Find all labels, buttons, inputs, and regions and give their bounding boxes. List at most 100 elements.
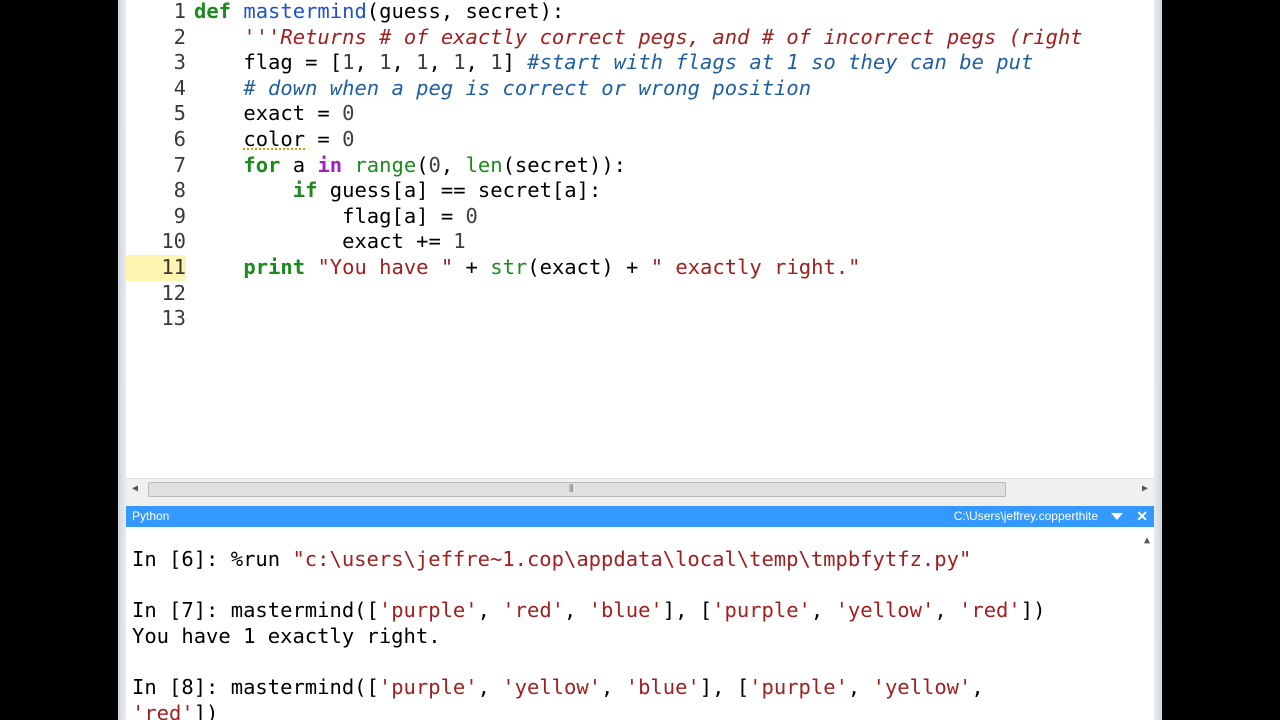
code-token: str [490, 255, 528, 279]
code-token: = [305, 127, 343, 151]
console-token: 'purple' [712, 598, 811, 623]
code-line[interactable]: 8 if guess[a] == secret[a]: [126, 178, 1154, 204]
code-token: (secret)): [502, 152, 627, 177]
code-token: 1 [453, 229, 466, 254]
code-token: #start with flags at 1 so they can be pu… [527, 50, 1034, 75]
console-token: 'red' [132, 700, 194, 720]
console-token: 'purple' [378, 598, 478, 623]
console-line: In [8]: mastermind(['purple', 'yellow', … [132, 675, 984, 701]
console-token: "c:\users\jeffre~1.cop\appdata\local\tem… [292, 547, 972, 571]
code-token: range [354, 152, 417, 177]
scrollbar-thumb[interactable]: ⦀ [148, 482, 1006, 497]
code-editor[interactable]: 1 def mastermind(guess, secret): 2 '''Retu… [126, 0, 1154, 478]
code-token: 1 [416, 50, 429, 75]
code-token: exact += [194, 229, 454, 254]
line-number: 13 [161, 306, 186, 331]
scroll-right-arrow-icon[interactable]: ▶ [1138, 483, 1152, 495]
code-line[interactable]: 2 '''Returns # of exactly correct pegs, … [126, 25, 1154, 51]
console-token: 'yellow' [872, 675, 972, 699]
console-token: 'red' [959, 598, 1021, 623]
scroll-left-arrow-icon[interactable]: ◀ [128, 483, 142, 495]
console-token: ], [ [699, 675, 750, 699]
code-text: color = 0 [194, 127, 354, 153]
code-line[interactable]: 6 color = 0 [126, 127, 1154, 153]
code-token: print [243, 255, 306, 279]
console-token: , [934, 598, 960, 623]
code-token: 0 [342, 101, 355, 126]
line-number: 6 [173, 127, 186, 151]
code-line[interactable]: 7 for a in range(0, len(secret)): [126, 153, 1154, 179]
console-token: , [477, 675, 503, 699]
code-token: "You have " [317, 255, 454, 279]
code-token: + [453, 255, 491, 279]
code-token: len [465, 152, 503, 177]
console-token: , [971, 675, 984, 699]
code-line[interactable]: 9 flag[a] = 0 [126, 204, 1154, 230]
chevron-down-icon[interactable] [1108, 506, 1126, 527]
code-token: 1 [379, 50, 392, 75]
code-text: exact += 1 [194, 229, 466, 255]
console-token: , [564, 598, 589, 623]
code-token: color [243, 127, 306, 151]
code-token: # down when a peg is correct or wrong po… [194, 75, 812, 100]
console-token: ]) [193, 700, 219, 720]
code-line[interactable]: 11 print "You have " + str(exact) + " ex… [126, 255, 1154, 281]
code-text: for a in range(0, len(secret)): [194, 153, 626, 179]
window-left-border [118, 0, 126, 720]
close-icon[interactable]: ✕ [1136, 508, 1148, 525]
code-text: '''Returns # of exactly correct pegs, an… [194, 24, 1083, 51]
code-text: print "You have " + str(exact) + " exact… [194, 255, 861, 281]
console-token: 'purple' [749, 675, 848, 699]
code-token: '''Returns # of exactly correct pegs, an… [194, 24, 1083, 49]
code-line[interactable]: 1 def mastermind(guess, secret): [126, 0, 1154, 25]
line-number: 4 [173, 75, 186, 100]
line-number: 1 [173, 0, 186, 23]
line-number: 2 [173, 24, 186, 49]
code-token: (guess, secret): [366, 0, 565, 23]
line-number: 7 [173, 152, 186, 177]
code-token: 1 [453, 50, 466, 75]
console-line: 'red']) [132, 701, 218, 720]
code-token: , [428, 50, 454, 75]
scroll-up-arrow-icon[interactable]: ▲ [1144, 535, 1150, 546]
code-token: 0 [465, 203, 478, 228]
code-text: flag[a] = 0 [194, 204, 478, 230]
code-text: if guess[a] == secret[a]: [194, 178, 602, 204]
editor-horizontal-scrollbar[interactable]: ◀ ⦀ ▶ [126, 478, 1154, 499]
code-token: 0 [342, 127, 355, 151]
code-token: " exactly right." [650, 255, 861, 279]
console-token: %run [230, 547, 293, 571]
line-number: 9 [173, 203, 186, 228]
code-line[interactable]: 4 # down when a peg is correct or wrong … [126, 76, 1154, 102]
console-token: 'blue' [588, 598, 663, 623]
code-token: in [317, 152, 343, 177]
console-token: In [8]: [132, 675, 231, 699]
code-token: 1 [490, 50, 503, 75]
code-line[interactable]: 10 exact += 1 [126, 229, 1154, 255]
working-directory-path[interactable]: C:\Users\jeffrey.copperthite [954, 509, 1098, 523]
code-line[interactable]: 3 flag = [1, 1, 1, 1, 1] #start with fla… [126, 50, 1154, 76]
code-token: guess[a] == secret[a]: [317, 178, 602, 203]
code-line[interactable]: 12 [126, 281, 1154, 307]
code-text: def mastermind(guess, secret): [194, 0, 564, 25]
console-token: , [477, 598, 503, 623]
line-number: 11 [126, 255, 186, 281]
python-console[interactable]: In [6]: %run "c:\users\jeffre~1.cop\appd… [126, 527, 1154, 720]
line-number: 3 [173, 50, 186, 75]
code-token: , [354, 50, 380, 75]
console-token: mastermind([ [230, 675, 379, 699]
console-token: , [601, 675, 626, 699]
code-line[interactable]: 13 [126, 306, 1154, 332]
code-token: flag[a] = [194, 203, 466, 228]
console-token: mastermind([ [230, 598, 379, 623]
window-right-border [1154, 0, 1162, 720]
code-token: , [465, 50, 491, 75]
console-token: 'yellow' [502, 675, 602, 699]
code-line[interactable]: 5 exact = 0 [126, 101, 1154, 127]
code-text: exact = 0 [194, 101, 354, 127]
code-token: ( [416, 152, 429, 177]
console-token: , [810, 598, 836, 623]
console-token: 'purple' [378, 675, 478, 699]
code-token: for [243, 152, 281, 177]
code-token: , [391, 50, 417, 75]
